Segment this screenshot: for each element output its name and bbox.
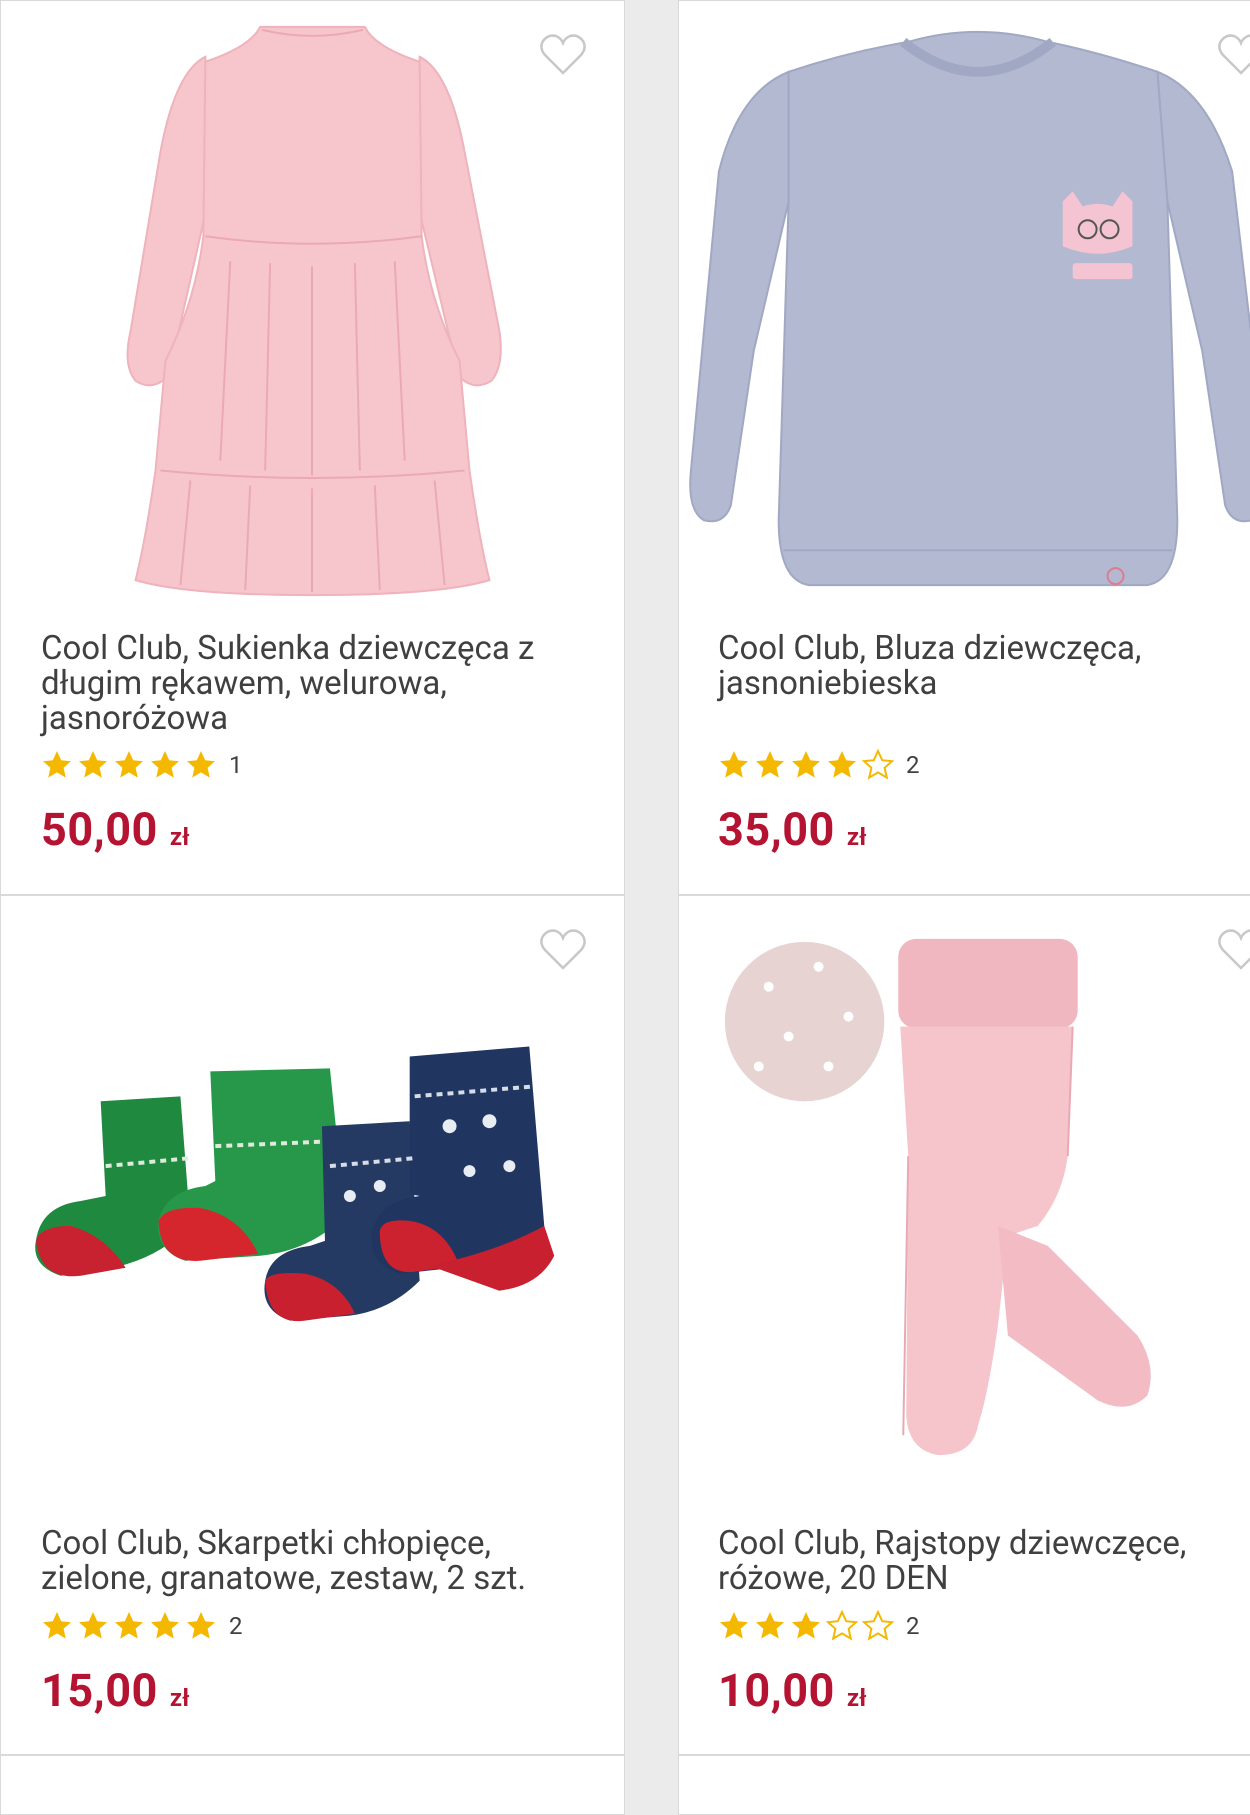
star-filled-icon (43, 751, 71, 778)
price-currency: zł (846, 823, 867, 851)
product-price: 35,00 zł (718, 803, 866, 856)
price-amount: 15,00 (41, 1664, 158, 1717)
star-filled-icon (115, 1612, 143, 1639)
star-filled-icon (720, 1612, 748, 1639)
product-price: 15,00 zł (41, 1664, 189, 1717)
product-title[interactable]: Cool Club, Sukienka dziewczęca z długim … (41, 631, 601, 736)
star-filled-icon (792, 1612, 820, 1639)
product-title[interactable]: Cool Club, Rajstopy dziewczęce, różowe, … (718, 1526, 1250, 1596)
star-filled-icon (756, 1612, 784, 1639)
product-rating: 2 (718, 1608, 920, 1644)
star-filled-icon (828, 751, 856, 778)
product-title[interactable]: Cool Club, Skarpetki chłopięce, zielone,… (41, 1526, 601, 1596)
pink-velour-dress-image[interactable] (1, 1, 624, 621)
product-price: 50,00 zł (41, 803, 189, 856)
product-rating: 2 (718, 747, 920, 783)
product-title[interactable]: Cool Club, Bluza dziewczęca, jasnoniebie… (718, 631, 1250, 701)
star-filled-icon (720, 751, 748, 778)
star-filled-icon (43, 1612, 71, 1639)
wishlist-heart-icon[interactable] (1215, 29, 1250, 81)
star-filled-icon (187, 751, 215, 778)
star-filled-icon (151, 1612, 179, 1639)
price-currency: zł (846, 1684, 867, 1712)
star-filled-icon (115, 751, 143, 778)
star-empty-icon (826, 1610, 858, 1641)
star-empty-icon (862, 749, 894, 780)
star-filled-icon (79, 1612, 107, 1639)
rating-count: 2 (906, 1612, 920, 1640)
christmas-socks-set-image[interactable] (1, 896, 624, 1496)
star-filled-icon (187, 1612, 215, 1639)
light-blue-sweatshirt-image[interactable] (679, 1, 1250, 621)
star-filled-icon (79, 751, 107, 778)
product-card[interactable]: Cool Club, Skarpetki chłopięce, zielone,… (0, 895, 625, 1755)
product-rating: 1 (41, 747, 243, 783)
product-rating: 2 (41, 1608, 243, 1644)
star-filled-icon (792, 751, 820, 778)
product-price: 10,00 zł (718, 1664, 866, 1717)
rating-count: 2 (229, 1612, 243, 1640)
price-amount: 50,00 (41, 803, 158, 856)
wishlist-heart-icon[interactable] (537, 924, 589, 976)
star-empty-icon (862, 1610, 894, 1641)
price-amount: 10,00 (718, 1664, 835, 1717)
price-currency: zł (169, 1684, 190, 1712)
product-card[interactable]: Cool Club, Sukienka dziewczęca z długim … (0, 0, 625, 895)
product-card[interactable] (0, 1755, 625, 1815)
star-filled-icon (151, 751, 179, 778)
wishlist-heart-icon[interactable] (537, 29, 589, 81)
wishlist-heart-icon[interactable] (1215, 924, 1250, 976)
pink-tights-image[interactable] (679, 896, 1250, 1496)
rating-count: 2 (906, 751, 920, 779)
rating-count: 1 (229, 751, 243, 779)
price-amount: 35,00 (718, 803, 835, 856)
product-card[interactable]: Cool Club, Bluza dziewczęca, jasnoniebie… (678, 0, 1250, 895)
product-card[interactable] (678, 1755, 1250, 1815)
star-filled-icon (756, 751, 784, 778)
price-currency: zł (169, 823, 190, 851)
product-card[interactable]: Cool Club, Rajstopy dziewczęce, różowe, … (678, 895, 1250, 1755)
